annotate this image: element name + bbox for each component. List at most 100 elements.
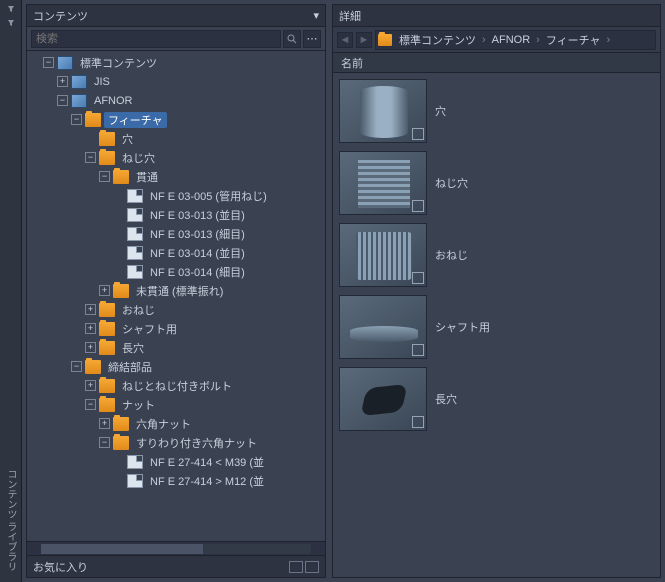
side-rail: コンテンツ ライブラリ: [0, 0, 22, 582]
details-panel: 詳細 ◄ ► 標準コンテンツ› AFNOR› フィーチャ› 名前 穴 ねじ穴 お…: [332, 4, 661, 578]
toggle-icon[interactable]: [85, 380, 96, 391]
toggle-icon[interactable]: [85, 399, 96, 410]
contents-header: コンテンツ ▾: [27, 5, 325, 27]
item-label: シャフト用: [435, 319, 490, 335]
tree-item[interactable]: シャフト用: [118, 321, 181, 337]
tree-item[interactable]: 穴: [118, 131, 137, 147]
horizontal-scrollbar[interactable]: [27, 541, 325, 555]
tree-leaf[interactable]: NF E 03-013 (並目): [146, 207, 249, 223]
thumbnail: [339, 79, 427, 143]
folder-icon: [113, 436, 129, 450]
toggle-icon[interactable]: [99, 285, 110, 296]
item-label: 穴: [435, 103, 446, 119]
tree-item-selected[interactable]: フィーチャ: [104, 112, 167, 128]
item-list: 穴 ねじ穴 おねじ シャフト用 長穴: [333, 73, 660, 577]
tree-item[interactable]: ナット: [118, 397, 159, 413]
list-item[interactable]: シャフト用: [337, 293, 656, 361]
toggle-icon[interactable]: [99, 437, 110, 448]
tree-item[interactable]: JIS: [90, 76, 114, 88]
library-icon: [71, 75, 87, 89]
tree-item[interactable]: 貫通: [132, 169, 162, 185]
nav-forward-icon[interactable]: ►: [356, 32, 372, 48]
tree-item[interactable]: 締結部品: [104, 359, 156, 375]
folder-icon: [85, 360, 101, 374]
folder-icon: [113, 284, 129, 298]
search-icon[interactable]: [283, 30, 301, 48]
favorites-label[interactable]: お気に入り: [33, 559, 88, 575]
tree-item[interactable]: AFNOR: [90, 95, 137, 107]
tree-item[interactable]: おねじ: [118, 302, 159, 318]
view-list-icon[interactable]: [305, 561, 319, 573]
folder-icon: [99, 151, 115, 165]
tree-leaf[interactable]: NF E 27-414 > M12 (並: [146, 473, 268, 489]
folder-icon: [113, 170, 129, 184]
thumbnail: [339, 295, 427, 359]
details-header: 詳細: [333, 5, 660, 27]
pin-icon[interactable]: [6, 18, 16, 28]
contents-title: コンテンツ: [33, 8, 88, 24]
tree-item[interactable]: すりわり付き六角ナット: [132, 435, 261, 451]
view-grid-icon[interactable]: [289, 561, 303, 573]
list-item[interactable]: おねじ: [337, 221, 656, 289]
toggle-icon[interactable]: [99, 418, 110, 429]
search-input[interactable]: [31, 30, 281, 48]
toggle-icon[interactable]: [71, 361, 82, 372]
column-name: 名前: [341, 55, 363, 71]
document-icon: [127, 208, 143, 222]
toggle-icon[interactable]: [85, 304, 96, 315]
nav-back-icon[interactable]: ◄: [337, 32, 353, 48]
tree-leaf[interactable]: NF E 03-014 (細目): [146, 264, 249, 280]
document-icon: [127, 474, 143, 488]
document-icon: [127, 455, 143, 469]
folder-icon: [99, 322, 115, 336]
toggle-icon[interactable]: [85, 152, 96, 163]
chevron-right-icon: ›: [534, 34, 542, 46]
tree-item[interactable]: ねじとねじ付きボルト: [118, 378, 236, 394]
list-item[interactable]: 長穴: [337, 365, 656, 433]
tree-item[interactable]: 六角ナット: [132, 416, 195, 432]
crumb-item[interactable]: AFNOR: [490, 34, 533, 46]
item-label: 長穴: [435, 391, 457, 407]
chevron-right-icon: ›: [480, 34, 488, 46]
toggle-icon[interactable]: [57, 76, 68, 87]
search-more-icon[interactable]: ⋯: [303, 30, 321, 48]
column-header[interactable]: 名前: [333, 53, 660, 73]
tree-view[interactable]: 標準コンテンツ JIS AFNOR フィーチャ 穴 ねじ穴 貫通 NF E 03…: [27, 51, 325, 541]
crumb-item[interactable]: フィーチャ: [544, 32, 603, 48]
toggle-icon[interactable]: [43, 57, 54, 68]
tree-leaf[interactable]: NF E 27-414 < M39 (並: [146, 454, 268, 470]
toggle-icon[interactable]: [85, 323, 96, 334]
list-item[interactable]: 穴: [337, 77, 656, 145]
rail-label[interactable]: コンテンツ ライブラリ: [3, 469, 18, 578]
tree-item[interactable]: ねじ穴: [118, 150, 159, 166]
tree-leaf[interactable]: NF E 03-013 (細目): [146, 226, 249, 242]
dropdown-icon[interactable]: ▾: [313, 9, 319, 22]
item-label: ねじ穴: [435, 175, 468, 191]
thumbnail: [339, 367, 427, 431]
folder-icon: [113, 417, 129, 431]
list-item[interactable]: ねじ穴: [337, 149, 656, 217]
pin-icon[interactable]: [6, 4, 16, 14]
folder-icon: [378, 34, 392, 46]
toggle-icon[interactable]: [85, 342, 96, 353]
search-bar: ⋯: [27, 27, 325, 51]
folder-icon: [99, 132, 115, 146]
tree-item[interactable]: 標準コンテンツ: [76, 55, 161, 71]
crumb-item[interactable]: 標準コンテンツ: [397, 32, 478, 48]
toggle-icon[interactable]: [99, 171, 110, 182]
toggle-icon[interactable]: [57, 95, 68, 106]
tree-item[interactable]: 長穴: [118, 340, 148, 356]
tree-leaf[interactable]: NF E 03-014 (並目): [146, 245, 249, 261]
document-icon: [127, 246, 143, 260]
library-icon: [57, 56, 73, 70]
folder-icon: [99, 398, 115, 412]
thumbnail: [339, 151, 427, 215]
document-icon: [127, 265, 143, 279]
tree-leaf[interactable]: NF E 03-005 (管用ねじ): [146, 188, 271, 204]
tree-item[interactable]: 未貫通 (標準振れ): [132, 283, 227, 299]
breadcrumb[interactable]: 標準コンテンツ› AFNOR› フィーチャ›: [375, 30, 656, 50]
details-title: 詳細: [339, 8, 361, 24]
breadcrumb-bar: ◄ ► 標準コンテンツ› AFNOR› フィーチャ›: [333, 27, 660, 53]
library-icon: [71, 94, 87, 108]
toggle-icon[interactable]: [71, 114, 82, 125]
